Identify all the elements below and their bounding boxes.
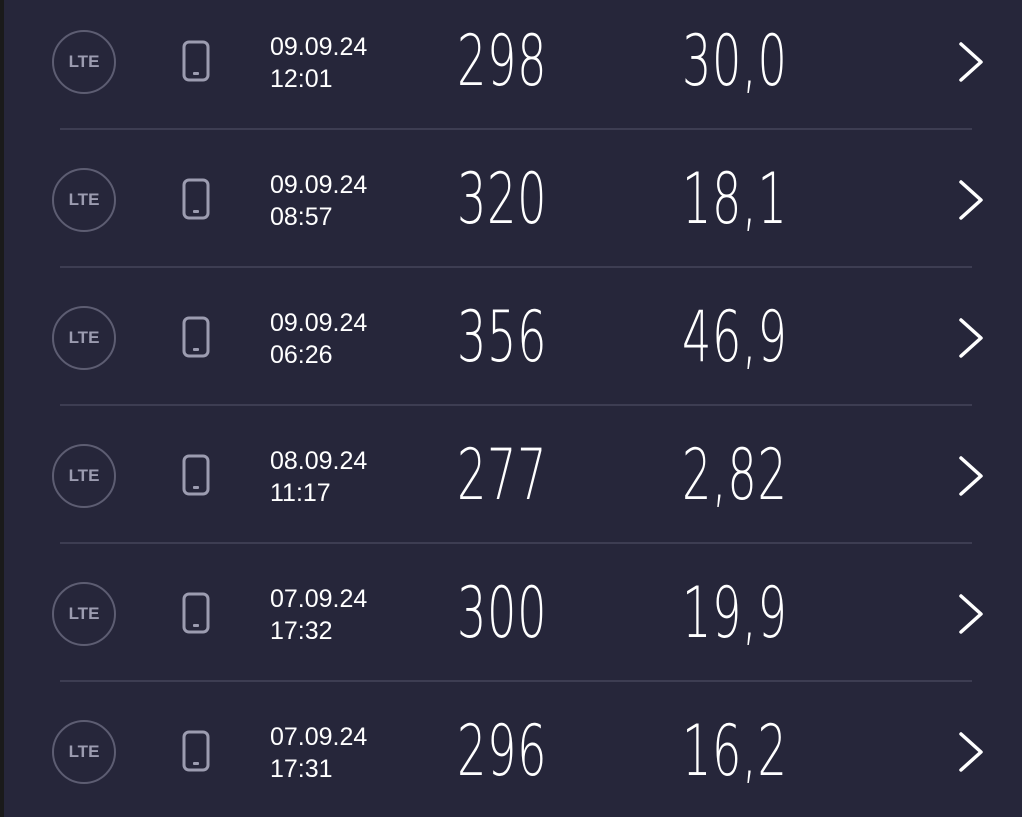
test-date: 07.09.24 xyxy=(270,723,368,751)
upload-speed: 19,9 xyxy=(682,572,788,654)
phone-icon xyxy=(182,178,210,220)
result-row[interactable]: LTE 07.09.24 17:32 300 19,9 xyxy=(0,545,1022,683)
test-time: 17:32 xyxy=(270,617,333,645)
test-date: 07.09.24 xyxy=(270,585,368,613)
lte-badge-icon: LTE xyxy=(52,168,116,232)
test-date: 09.09.24 xyxy=(270,171,368,199)
network-type-label: LTE xyxy=(68,604,100,623)
test-datetime: 08.09.24 11:17 xyxy=(270,445,430,509)
test-time: 06:26 xyxy=(270,341,333,369)
phone-icon xyxy=(182,592,210,634)
upload-speed: 2,82 xyxy=(682,434,788,516)
result-row[interactable]: LTE 09.09.24 08:57 320 18,1 xyxy=(0,131,1022,269)
lte-badge-icon: LTE xyxy=(52,582,116,646)
test-datetime: 09.09.24 08:57 xyxy=(270,169,430,233)
result-row[interactable]: LTE 08.09.24 11:17 277 2,82 xyxy=(0,407,1022,545)
chevron-right-icon[interactable] xyxy=(955,452,987,500)
chevron-right-icon[interactable] xyxy=(955,314,987,362)
download-speed: 277 xyxy=(457,434,548,516)
network-type-label: LTE xyxy=(68,328,100,347)
download-speed: 296 xyxy=(457,710,548,792)
test-date: 08.09.24 xyxy=(270,447,368,475)
row-divider xyxy=(60,542,972,544)
upload-speed: 46,9 xyxy=(682,296,788,378)
network-type-label: LTE xyxy=(68,190,100,209)
phone-icon xyxy=(182,316,210,358)
network-type-label: LTE xyxy=(68,466,100,485)
phone-icon xyxy=(182,454,210,496)
row-divider xyxy=(60,680,972,682)
results-list: LTE 09.09.24 12:01 298 30,0 LTE 09.09.24… xyxy=(0,0,1022,817)
chevron-right-icon[interactable] xyxy=(955,590,987,638)
network-type-label: LTE xyxy=(68,742,100,761)
test-time: 11:17 xyxy=(270,479,331,507)
row-divider xyxy=(60,404,972,406)
download-speed: 300 xyxy=(457,572,548,654)
test-time: 17:31 xyxy=(270,755,333,783)
lte-badge-icon: LTE xyxy=(52,30,116,94)
test-datetime: 09.09.24 06:26 xyxy=(270,307,430,371)
lte-badge-icon: LTE xyxy=(52,306,116,370)
row-divider xyxy=(60,128,972,130)
phone-icon xyxy=(182,730,210,772)
download-speed: 320 xyxy=(457,158,548,240)
chevron-right-icon[interactable] xyxy=(955,728,987,776)
row-divider xyxy=(60,266,972,268)
phone-icon xyxy=(182,40,210,82)
upload-speed: 16,2 xyxy=(682,710,788,792)
chevron-right-icon[interactable] xyxy=(955,176,987,224)
lte-badge-icon: LTE xyxy=(52,720,116,784)
test-time: 12:01 xyxy=(270,65,333,93)
upload-speed: 30,0 xyxy=(682,20,788,102)
test-datetime: 07.09.24 17:32 xyxy=(270,583,430,647)
test-datetime: 07.09.24 17:31 xyxy=(270,721,430,785)
result-row[interactable]: LTE 09.09.24 12:01 298 30,0 xyxy=(0,0,1022,131)
test-datetime: 09.09.24 12:01 xyxy=(270,31,430,95)
lte-badge-icon: LTE xyxy=(52,444,116,508)
upload-speed: 18,1 xyxy=(682,158,788,240)
download-speed: 298 xyxy=(457,20,548,102)
result-row[interactable]: LTE 07.09.24 17:31 296 16,2 xyxy=(0,683,1022,817)
download-speed: 356 xyxy=(457,296,548,378)
test-time: 08:57 xyxy=(270,203,333,231)
network-type-label: LTE xyxy=(68,52,100,71)
test-date: 09.09.24 xyxy=(270,309,368,337)
result-row[interactable]: LTE 09.09.24 06:26 356 46,9 xyxy=(0,269,1022,407)
chevron-right-icon[interactable] xyxy=(955,38,987,86)
test-date: 09.09.24 xyxy=(270,33,368,61)
